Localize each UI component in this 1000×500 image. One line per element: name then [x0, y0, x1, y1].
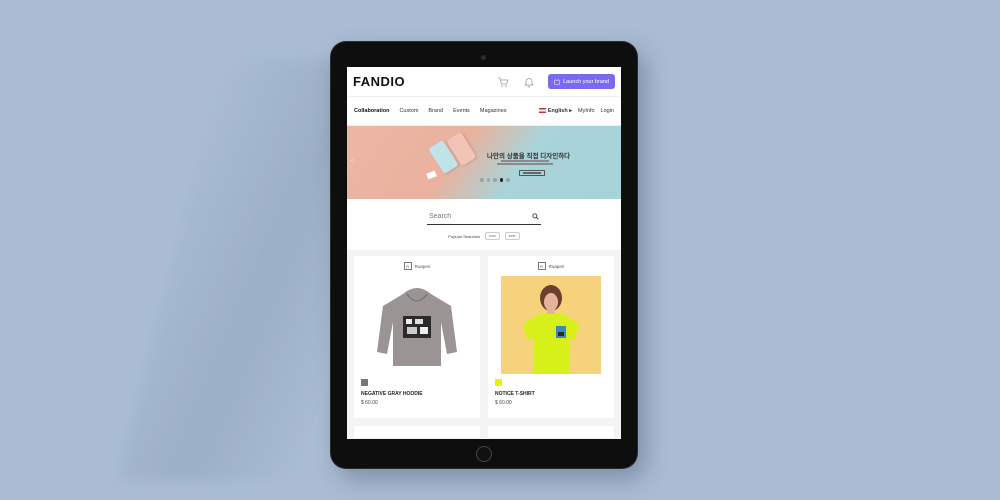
language-selector[interactable]: English ▸ [538, 108, 572, 114]
us-flag-icon [538, 108, 546, 114]
product-image[interactable] [501, 276, 601, 374]
tablet-device: FANDIO Launch your brand Collaboration C… [331, 42, 637, 468]
main-nav: Collaboration Custom Brand Events Magazi… [347, 97, 621, 126]
brand-row: R Ruaperi [495, 260, 607, 272]
search-section: Popular Searches icon ever [347, 199, 621, 240]
brand-logo-icon: R [403, 262, 412, 270]
carousel-dot[interactable] [493, 178, 497, 182]
launch-brand-button[interactable]: Launch your brand [548, 74, 615, 89]
shirt-icon [554, 78, 561, 85]
popular-term-chip[interactable]: icon [485, 232, 500, 240]
product-grid: R Ruaperi NEGATIVE GRAY HOODIE $ 60.00 R… [347, 250, 621, 439]
search-input[interactable] [429, 213, 519, 220]
banner-cta-button[interactable] [519, 170, 545, 176]
nav-magazines[interactable]: Magazines [480, 108, 507, 114]
tag-image [426, 170, 437, 180]
brand-logo-icon: R [537, 262, 546, 270]
brand-name[interactable]: Ruaperi [549, 264, 565, 269]
chevron-left-icon[interactable]: ‹ [351, 158, 353, 164]
launch-brand-label: Launch your brand [563, 78, 609, 85]
myinfo-link[interactable]: MyInfo [578, 108, 595, 114]
camera [481, 55, 486, 60]
color-swatch[interactable] [495, 379, 502, 386]
color-swatch[interactable] [361, 379, 368, 386]
nav-collaboration[interactable]: Collaboration [354, 108, 389, 114]
product-price: $ 60.00 [495, 400, 512, 406]
nav-custom[interactable]: Custom [399, 108, 418, 114]
cart-icon[interactable] [496, 75, 510, 89]
product-card[interactable]: R Ruaperi NEGATIVE GRAY HOODIE $ 60.00 [354, 256, 480, 418]
nav-brand[interactable]: Brand [428, 108, 443, 114]
carousel-dot[interactable] [480, 178, 484, 182]
product-name[interactable]: NOTICE T-SHIRT [495, 391, 607, 397]
logo[interactable]: FANDIO [353, 74, 405, 89]
bell-icon[interactable] [522, 75, 536, 89]
top-bar: FANDIO Launch your brand [347, 67, 621, 97]
screen: FANDIO Launch your brand Collaboration C… [347, 67, 621, 439]
product-card[interactable] [488, 426, 614, 438]
popular-term-chip[interactable]: ever [504, 232, 520, 240]
banner-subtext [495, 159, 555, 166]
search-icon[interactable] [532, 213, 539, 220]
popular-searches-label: Popular Searches [448, 233, 481, 239]
product-image[interactable] [367, 276, 467, 374]
carousel-dot[interactable] [486, 178, 490, 182]
product-card[interactable] [354, 426, 480, 438]
brand-row: R Ruaperi [361, 260, 473, 272]
popular-searches: Popular Searches icon ever [347, 232, 621, 240]
home-button[interactable] [476, 446, 492, 462]
brand-name[interactable]: Ruaperi [415, 264, 431, 269]
carousel-dot-active[interactable] [499, 178, 503, 182]
product-price: $ 60.00 [361, 400, 378, 406]
carousel-dot[interactable] [506, 178, 510, 182]
login-link[interactable]: Login [601, 108, 614, 114]
product-card[interactable]: R Ruaperi NOTICE T-SHIRT $ 60.00 [488, 256, 614, 418]
product-name[interactable]: NEGATIVE GRAY HOODIE [361, 391, 473, 397]
hero-banner[interactable]: ‹ 나만의 상품을 직접 디자인하다 [347, 126, 621, 199]
nav-events[interactable]: Events [453, 108, 470, 114]
carousel-dots [480, 178, 510, 182]
search-box [427, 209, 541, 225]
